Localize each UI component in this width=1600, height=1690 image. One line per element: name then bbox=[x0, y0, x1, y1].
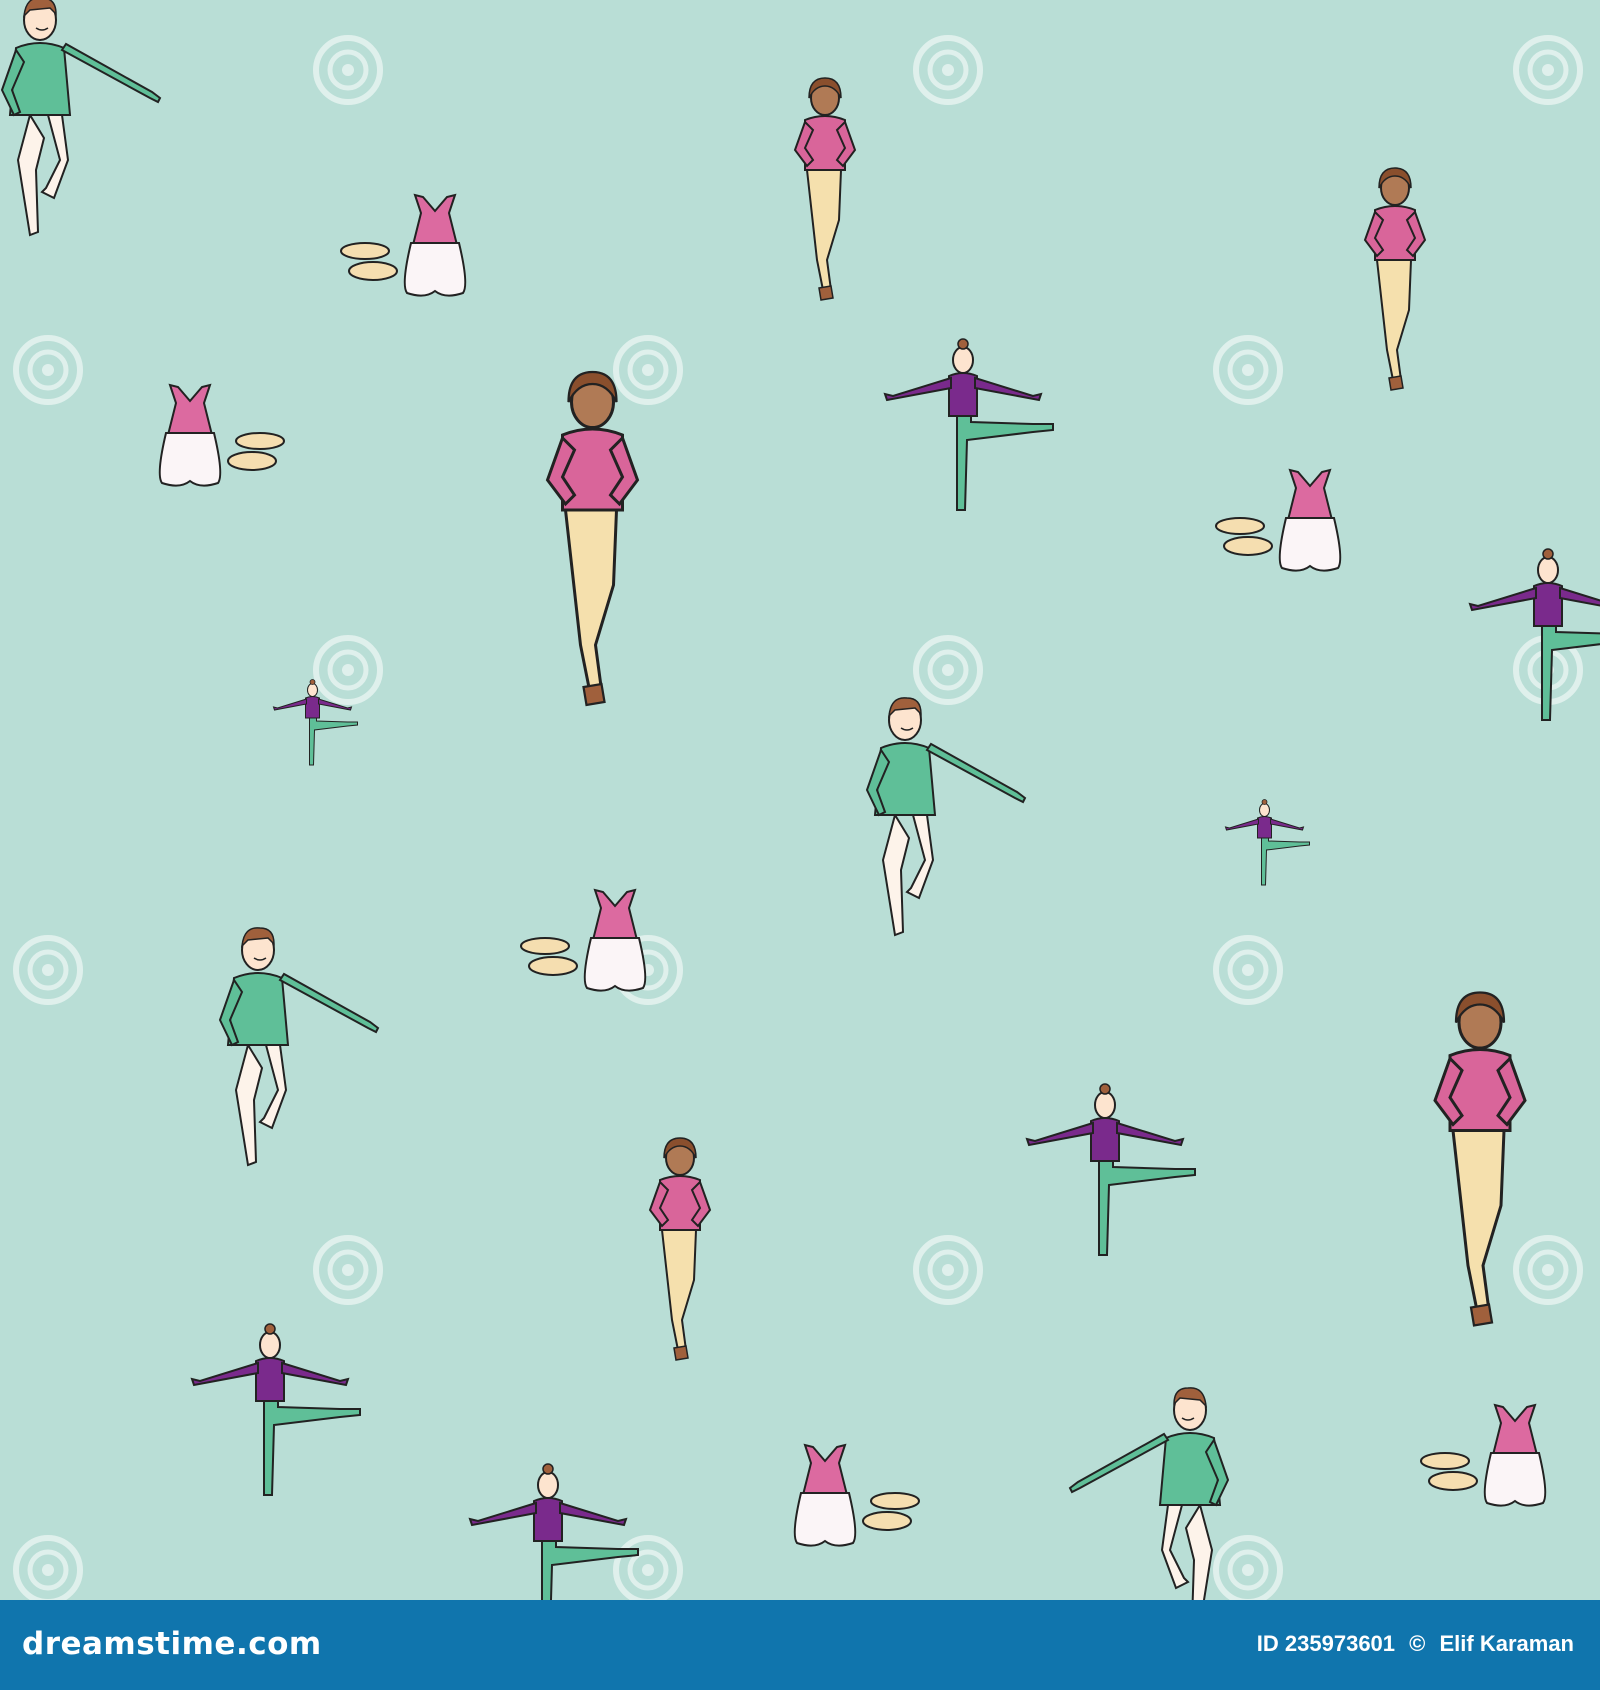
image-id: ID 235973601 bbox=[1256, 1631, 1396, 1656]
leotard-outfits bbox=[158, 194, 1547, 1547]
footer-bar: dreamstime.com ID 235973601 © Elif Karam… bbox=[0, 1600, 1600, 1690]
girl-dancers bbox=[546, 77, 1527, 1361]
brand-logo-text[interactable]: dreamstime.com bbox=[22, 1626, 322, 1662]
author-name: Elif Karaman bbox=[1439, 1631, 1575, 1656]
ballerinas bbox=[191, 338, 1600, 1600]
copyright-symbol: © bbox=[1409, 1631, 1426, 1656]
image-credit: ID 235973601 © Elif Karaman bbox=[1257, 1631, 1574, 1657]
boy-dancers bbox=[1, 0, 1229, 1600]
ballet-pattern-illustration bbox=[0, 0, 1600, 1600]
